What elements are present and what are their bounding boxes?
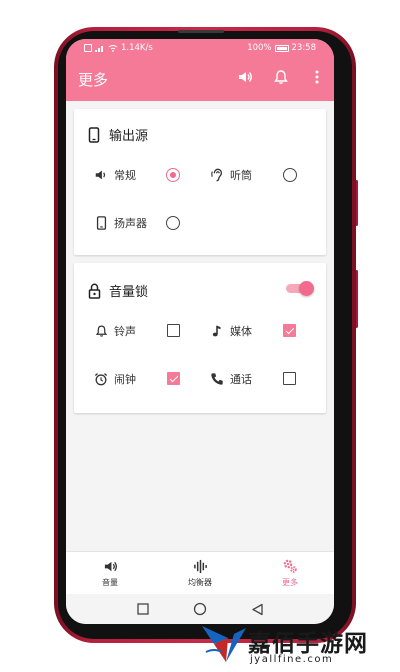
music-note-icon (210, 324, 224, 338)
recents-icon[interactable] (136, 602, 150, 616)
status-left: 1.14K/s (84, 43, 153, 53)
lock-item-media[interactable]: 媒体 (210, 323, 252, 339)
signal-icon (95, 46, 103, 52)
watermark-logo-icon (202, 626, 246, 662)
content-area: 输出源 常规 听筒 扬声器 音量锁 铃声 媒体 闹钟 通话 (66, 101, 334, 551)
option-earpiece[interactable]: 听筒 (210, 167, 252, 183)
speaker-icon (94, 168, 108, 182)
page-title: 更多 (78, 71, 109, 89)
option-speaker[interactable]: 扬声器 (94, 215, 147, 231)
watermark: 嘉佰手游网 jyallfine.com (198, 620, 398, 670)
checkbox-media[interactable] (283, 324, 296, 337)
volume-lock-title: 音量锁 (109, 285, 149, 300)
nav-tab-more[interactable]: 更多 (260, 558, 320, 588)
nav-tab-more-label: 更多 (282, 578, 298, 587)
lock-icon (86, 283, 102, 299)
call-icon (210, 372, 224, 386)
output-source-card: 输出源 常规 听筒 扬声器 (74, 109, 326, 255)
network-speed: 1.14K/s (121, 43, 153, 53)
phone-icon (86, 126, 102, 143)
radio-earpiece[interactable] (283, 168, 297, 182)
watermark-url: jyallfine.com (250, 654, 334, 665)
phone-screen: 1.14K/s 100% 23:58 更多 输出源 常规 听筒 扬声器 音量锁 … (66, 39, 334, 624)
radio-normal[interactable] (166, 168, 180, 182)
app-actions (236, 68, 326, 86)
earpiece-slit (178, 30, 224, 33)
lock-item-alarm[interactable]: 闹钟 (94, 371, 136, 387)
status-right: 100% 23:58 (247, 43, 316, 53)
lock-item-alarm-label: 闹钟 (114, 373, 136, 386)
volume-icon[interactable] (236, 68, 254, 86)
nav-tab-equalizer[interactable]: 均衡器 (170, 558, 230, 588)
volume-icon (102, 558, 118, 574)
more-vert-icon[interactable] (308, 68, 326, 86)
output-source-header: 输出源 (86, 125, 148, 144)
phone-icon (94, 216, 108, 230)
home-icon[interactable] (193, 602, 207, 616)
lock-item-call-label: 通话 (230, 373, 252, 386)
app-bar: 更多 (66, 59, 334, 101)
bell-icon (94, 324, 108, 338)
bell-icon[interactable] (272, 68, 290, 86)
back-icon[interactable] (250, 602, 264, 616)
watermark-title: 嘉佰手游网 (248, 630, 368, 657)
radio-speaker[interactable] (166, 216, 180, 230)
alarm-icon (94, 372, 108, 386)
volume-lock-header: 音量锁 (86, 281, 148, 300)
earpiece-icon (210, 168, 224, 182)
nav-tab-volume[interactable]: 音量 (80, 558, 140, 588)
lock-item-call[interactable]: 通话 (210, 371, 252, 387)
checkbox-ringtone[interactable] (167, 324, 180, 337)
checkbox-call[interactable] (283, 372, 296, 385)
battery-percent: 100% (247, 43, 272, 53)
lock-item-ringtone[interactable]: 铃声 (94, 323, 136, 339)
clock: 23:58 (291, 43, 317, 53)
wifi-icon (108, 45, 118, 52)
status-bar: 1.14K/s 100% 23:58 (66, 39, 334, 59)
gears-icon (282, 558, 298, 574)
option-speaker-label: 扬声器 (114, 217, 147, 230)
volume-lock-toggle[interactable] (286, 281, 314, 296)
lock-item-media-label: 媒体 (230, 325, 252, 338)
nav-tab-equalizer-label: 均衡器 (188, 578, 212, 587)
bottom-navigation: 音量 均衡器 更多 (66, 551, 334, 594)
nav-tab-volume-label: 音量 (102, 578, 118, 587)
screenshot-stage: 1.14K/s 100% 23:58 更多 输出源 常规 听筒 扬声器 音量锁 … (0, 0, 400, 672)
toggle-thumb (299, 281, 314, 296)
option-earpiece-label: 听筒 (230, 169, 252, 182)
output-source-title: 输出源 (109, 129, 149, 144)
volume-lock-card: 音量锁 铃声 媒体 闹钟 通话 (74, 263, 326, 413)
lock-item-ringtone-label: 铃声 (114, 325, 136, 338)
option-normal-label: 常规 (114, 169, 136, 182)
option-normal[interactable]: 常规 (94, 167, 136, 183)
checkbox-alarm[interactable] (167, 372, 180, 385)
sim-icon (84, 44, 92, 52)
battery-icon (274, 44, 289, 52)
equalizer-icon (192, 558, 208, 574)
